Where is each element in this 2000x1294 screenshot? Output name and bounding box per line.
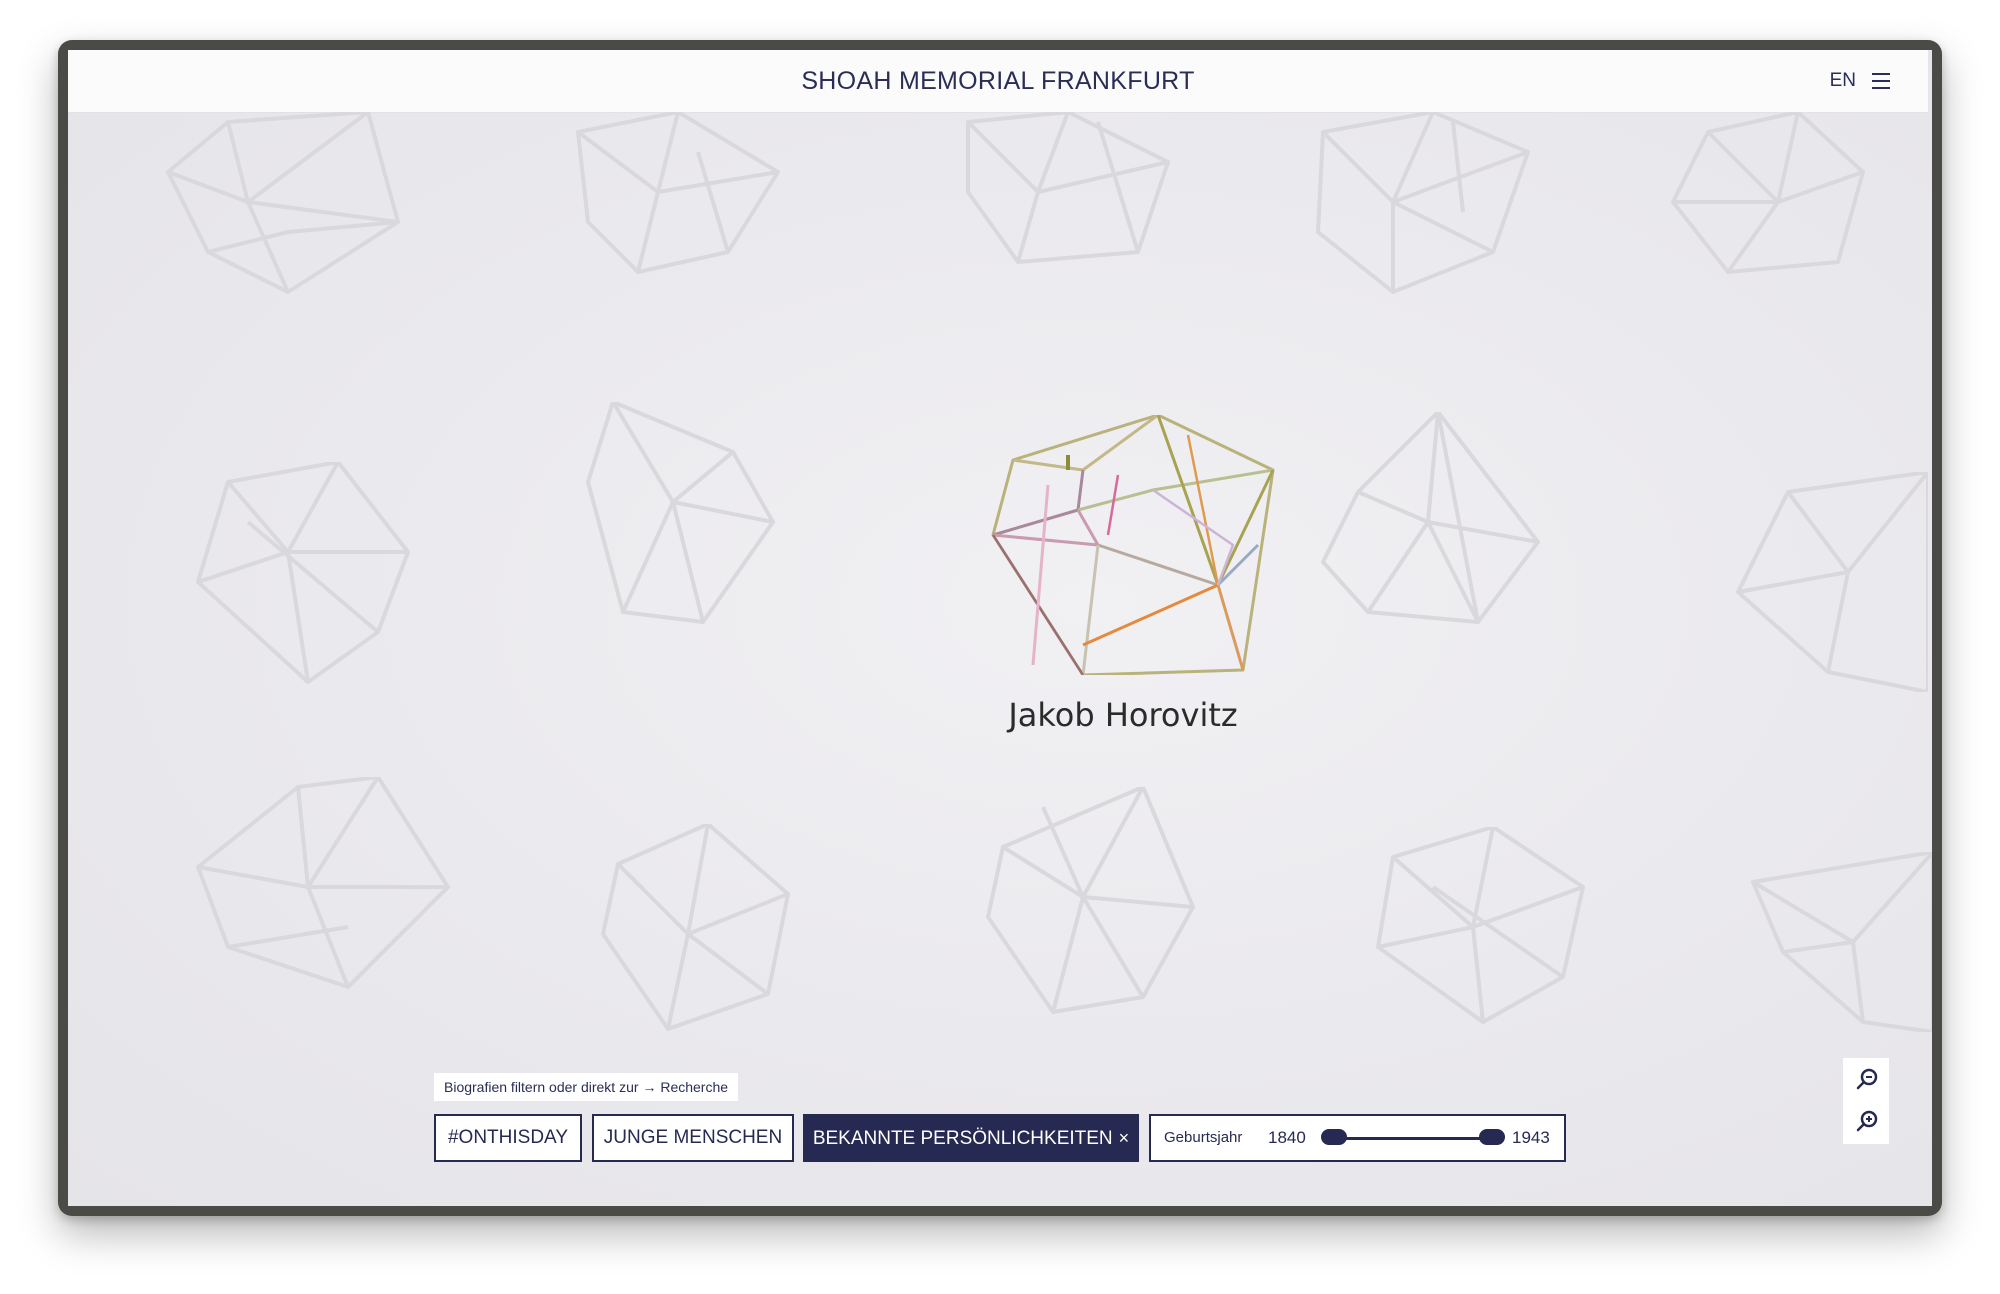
app-screen: SHOAH MEMORIAL FRANKFURT EN Jakob Horovi… — [68, 50, 1932, 1206]
language-switch[interactable]: EN — [1830, 70, 1856, 92]
close-icon[interactable]: × — [1119, 1128, 1130, 1148]
chip-label: #ONTHISDAY — [447, 1127, 568, 1148]
crystal-icon[interactable] — [158, 112, 428, 302]
crystal-icon[interactable] — [598, 824, 798, 1034]
junge-menschen-chip[interactable]: JUNGE MENSCHEN — [592, 1114, 794, 1162]
range-min-value: 1840 — [1268, 1128, 1306, 1147]
site-title[interactable]: SHOAH MEMORIAL FRANKFURT — [68, 67, 1928, 96]
chip-label: JUNGE MENSCHEN — [603, 1127, 783, 1148]
crystal-icon[interactable] — [1728, 472, 1928, 692]
recherche-link[interactable]: Recherche — [660, 1079, 728, 1095]
crystal-icon[interactable] — [188, 777, 458, 997]
zoom-in-icon — [1856, 1110, 1878, 1132]
year-slider-max-handle[interactable] — [1479, 1129, 1505, 1145]
filter-hint: Biografien filtern oder direkt zur → Rec… — [434, 1073, 739, 1101]
crystal-icon[interactable] — [1743, 852, 1932, 1032]
range-label: Geburtsjahr — [1164, 1129, 1243, 1146]
year-slider-min-handle[interactable] — [1321, 1129, 1347, 1145]
arrow-right-icon: → — [642, 1079, 657, 1095]
person-name[interactable]: Jakob Horovitz — [913, 696, 1333, 734]
crystal-icon[interactable] — [583, 402, 783, 632]
zoom-controls — [1843, 1058, 1889, 1144]
year-slider-track[interactable] — [1331, 1137, 1491, 1140]
crystal-icon[interactable] — [983, 787, 1203, 1017]
top-header: SHOAH MEMORIAL FRANKFURT EN — [68, 50, 1928, 113]
featured-crystal-icon[interactable] — [988, 415, 1278, 675]
onthisday-chip[interactable]: #ONTHISDAY — [434, 1114, 582, 1162]
crystal-icon[interactable] — [1313, 112, 1543, 302]
zoom-out-icon — [1856, 1068, 1878, 1090]
hamburger-menu-icon[interactable] — [1872, 73, 1890, 89]
bekannte-persoenlichkeiten-chip[interactable]: BEKANNTE PERSÖNLICHKEITEN × — [803, 1114, 1139, 1162]
crystal-icon[interactable] — [1373, 827, 1593, 1027]
crystal-icon[interactable] — [1318, 412, 1548, 632]
crystal-icon[interactable] — [958, 112, 1178, 272]
birth-year-filter: Geburtsjahr 1840 1943 — [1149, 1114, 1566, 1162]
crystal-icon[interactable] — [188, 462, 418, 692]
crystal-icon[interactable] — [1668, 112, 1868, 282]
device-frame: SHOAH MEMORIAL FRANKFURT EN Jakob Horovi… — [58, 40, 1942, 1216]
zoom-out-button[interactable] — [1843, 1060, 1889, 1100]
chip-label: BEKANNTE PERSÖNLICHKEITEN — [812, 1128, 1113, 1149]
zoom-in-button[interactable] — [1843, 1102, 1889, 1142]
range-max-value: 1943 — [1512, 1128, 1550, 1147]
crystal-icon[interactable] — [568, 112, 788, 282]
filter-hint-text: Biografien filtern oder direkt zur — [444, 1079, 639, 1095]
